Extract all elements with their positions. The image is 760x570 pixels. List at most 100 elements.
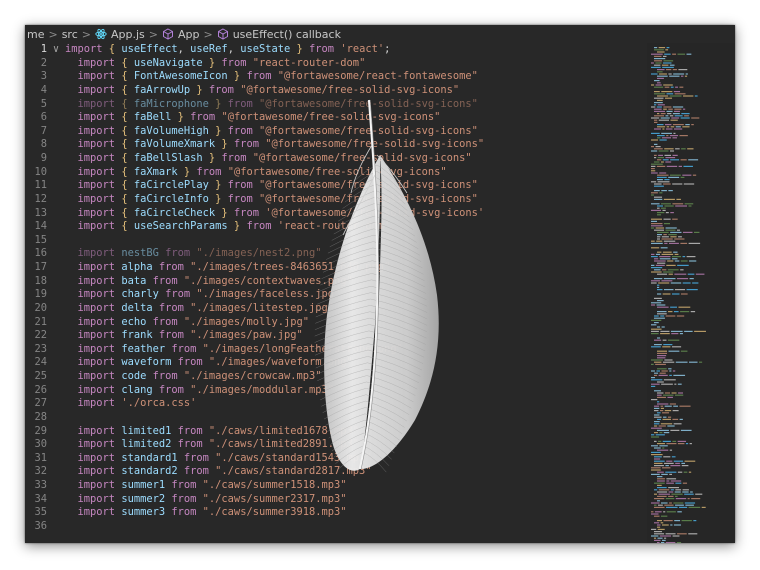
code-token: useEffect (121, 43, 178, 55)
code-line[interactable]: 36 (25, 520, 643, 534)
code-line[interactable]: 32 import standard2 from "./caws/standar… (25, 465, 643, 479)
code-token: "./images/contextwaves.png" (183, 274, 353, 287)
code-line[interactable]: 22 import frank from "./images/paw.jpg" (25, 329, 643, 343)
code-line[interactable]: 25 import code from "./images/crowcaw.mp… (25, 370, 643, 384)
code-editor[interactable]: 1 ∨ import { useEffect, useRef, useState }… (25, 43, 643, 543)
code-text: import summer3 from "./caws/summer3918.m… (65, 506, 347, 520)
code-line[interactable]: 10 import { faXmark } from "@fortawesome… (25, 166, 643, 180)
symbol-component-icon (162, 28, 174, 40)
code-token: "@fortawesome/free-solid-svg-icons" (258, 124, 478, 137)
code-token: } (208, 124, 222, 137)
code-line[interactable]: 8 import { faVolumeXmark } from "@fortaw… (25, 138, 643, 152)
fold-gutter (47, 316, 65, 330)
code-line[interactable]: 9 import { faBellSlash } from "@fortawes… (25, 152, 643, 166)
code-token: import (65, 179, 122, 192)
fold-gutter (47, 465, 65, 479)
code-line[interactable]: 1 ∨ import { useEffect, useRef, useState }… (25, 43, 643, 57)
code-line[interactable]: 27 import './orca.css' (25, 397, 643, 411)
code-token: faVolumeXmark (133, 138, 216, 151)
code-text: import { faCircleCheck } from '@fortawes… (65, 206, 485, 221)
code-line[interactable]: 20 import delta from "./images/litestep.… (25, 302, 643, 316)
minimap[interactable] (647, 43, 735, 543)
code-line[interactable]: 13 import { faCircleCheck } from '@forta… (25, 207, 643, 221)
code-token: "@fortawesome/free-solid-svg-icons" (258, 97, 478, 110)
code-line[interactable]: 2 import { useNavigate } from "react-rou… (25, 57, 643, 71)
breadcrumb-item-src[interactable]: src (62, 28, 78, 41)
code-token: from (227, 138, 266, 151)
code-text: import alpha from "./images/trees-846365… (65, 261, 391, 275)
code-token: { (121, 152, 134, 164)
line-number: 35 (34, 506, 47, 519)
code-line[interactable]: 18 import bata from "./images/contextwav… (25, 275, 643, 289)
code-line[interactable]: 16 import nestBG from "./images/nest2.pn… (25, 247, 643, 261)
code-token: "@fortawesome/free-solid-svg-icons" (252, 152, 472, 164)
breadcrumb-item-component[interactable]: App (178, 28, 200, 41)
code-line[interactable]: 4 import { faArrowUp } from "@fortawesom… (25, 84, 643, 98)
line-number: 6 (40, 111, 47, 124)
code-token: faCirclePlay (133, 179, 209, 192)
code-line[interactable]: 35 import summer3 from "./caws/summer391… (25, 506, 643, 520)
code-token: "./caws/summer3918.mp3" (202, 506, 347, 519)
code-token: } (177, 165, 191, 178)
code-token: standard2 (121, 465, 178, 478)
line-number: 19 (34, 288, 47, 301)
code-text: import { faCircleInfo } from "@fortaweso… (65, 193, 478, 207)
code-token: limited1 (121, 424, 172, 437)
code-line[interactable]: 26 import clang from "./images/moddular.… (25, 384, 643, 398)
fold-gutter (47, 302, 65, 316)
code-text: import { faBell } from "@fortawesome/fre… (65, 111, 441, 125)
line-number: 26 (34, 383, 47, 396)
code-token: faCircleInfo (133, 192, 209, 205)
fold-gutter (47, 288, 65, 302)
breadcrumb-item-folder[interactable]: me (27, 28, 44, 41)
code-line[interactable]: 30 import limited2 from "./caws/limited2… (25, 438, 643, 452)
breadcrumb-item-callback[interactable]: useEffect() callback (233, 28, 341, 41)
code-token: import (65, 43, 109, 55)
code-token: } (215, 138, 228, 151)
line-number: 36 (34, 519, 47, 532)
code-token: "./caws/standard1543.mp3" (215, 451, 372, 464)
code-token: { (121, 138, 134, 151)
code-line[interactable]: 28 (25, 411, 643, 425)
code-token: faBell (133, 111, 172, 124)
code-token: from (215, 152, 253, 164)
code-token: faCircleCheck (133, 206, 216, 219)
code-line[interactable]: 3 import { FontAwesomeIcon } from "@fort… (25, 70, 643, 84)
code-token: clang (121, 383, 153, 396)
code-token: from (240, 70, 278, 83)
fold-chevron-icon[interactable]: ∨ (47, 43, 65, 57)
code-line[interactable]: 29 import limited1 from "./caws/limited1… (25, 425, 643, 439)
code-line[interactable]: 34 import summer2 from "./caws/summer231… (25, 493, 643, 507)
code-line[interactable]: 17 import alpha from "./images/trees-846… (25, 261, 643, 275)
code-token: from (221, 124, 259, 137)
code-token: "./caws/limited1678.mp3" (208, 424, 360, 437)
code-line[interactable]: 7 import { faVolumeHigh } from "@fortawe… (25, 125, 643, 139)
code-token: "@fortawesome/free-solid-svg-icons" (240, 83, 460, 96)
code-token: from (152, 261, 191, 273)
code-token: charly (121, 288, 159, 301)
code-token: , (177, 43, 191, 55)
code-line[interactable]: 31 import standard1 from "./caws/standar… (25, 452, 643, 466)
code-line[interactable]: 24 import waveform from "./images/wavefo… (25, 356, 643, 370)
code-line[interactable]: 5 import { faMicrophone } from "@fortawe… (25, 98, 643, 112)
code-line[interactable]: 19 import charly from "./images/faceless… (25, 288, 643, 302)
code-line[interactable]: 6 import { faBell } from "@fortawesome/f… (25, 111, 643, 125)
code-token: from (215, 56, 253, 69)
code-token: from (146, 370, 184, 382)
code-line[interactable]: 11 import { faCirclePlay } from "@fortaw… (25, 179, 643, 193)
code-line[interactable]: 21 import echo from "./images/molly.jpg" (25, 316, 643, 330)
fold-gutter (47, 207, 65, 221)
line-number: 13 (34, 206, 47, 219)
code-line[interactable]: 33 import summer1 from "./caws/summer151… (25, 479, 643, 493)
code-token: import (65, 315, 122, 328)
breadcrumb-item-file[interactable]: App.js (111, 28, 145, 41)
code-line[interactable]: 12 import { faCircleInfo } from "@fortaw… (25, 193, 643, 207)
code-line[interactable]: 14 import { useSearchParams } from 'reac… (25, 220, 643, 234)
code-line[interactable]: 23 import feather from "./images/longFea… (25, 343, 643, 357)
code-token: import (65, 288, 122, 301)
code-token: limited2 (121, 438, 172, 451)
code-line[interactable]: 15 (25, 234, 643, 248)
code-token: import (65, 274, 122, 287)
code-text: import { faVolumeXmark } from "@fortawes… (65, 138, 485, 152)
code-token: "@fortawesome/free-solid-svg-icons" (227, 165, 447, 178)
